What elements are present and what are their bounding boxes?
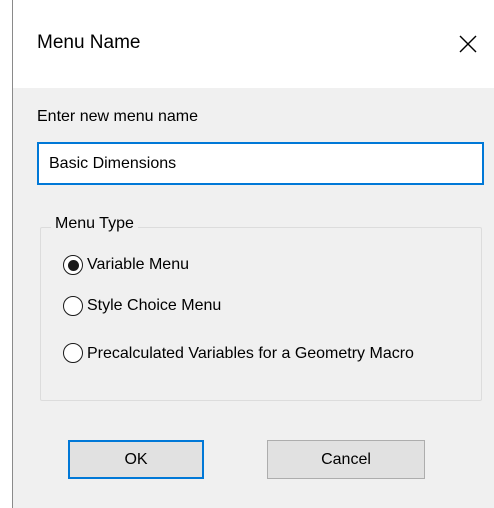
close-icon	[459, 35, 477, 53]
radio-dot	[67, 259, 79, 271]
dialog-body: Enter new menu name Menu Type Variable M…	[13, 88, 494, 508]
radio-style-choice-menu[interactable]: Style Choice Menu	[63, 296, 221, 316]
menu-name-input[interactable]	[37, 142, 484, 185]
close-button[interactable]	[450, 26, 486, 62]
dialog-title: Menu Name	[37, 32, 141, 53]
radio-precalculated-variables[interactable]: Precalculated Variables for a Geometry M…	[63, 343, 467, 363]
window-left-edge	[0, 0, 13, 508]
radio-label-precalculated-variables: Precalculated Variables for a Geometry M…	[87, 344, 414, 362]
menu-type-legend: Menu Type	[51, 215, 138, 233]
title-bar[interactable]: Menu Name	[13, 0, 494, 88]
radio-button-unchecked[interactable]	[63, 296, 83, 316]
radio-label-variable-menu: Variable Menu	[87, 256, 189, 273]
ok-button[interactable]: OK	[68, 440, 204, 479]
radio-variable-menu[interactable]: Variable Menu	[63, 255, 189, 275]
cancel-button[interactable]: Cancel	[267, 440, 425, 479]
radio-button-unchecked[interactable]	[63, 343, 83, 363]
radio-label-style-choice-menu: Style Choice Menu	[87, 297, 222, 314]
radio-button-checked[interactable]	[63, 255, 83, 275]
menu-name-prompt-label: Enter new menu name	[37, 108, 198, 125]
menu-name-dialog: Menu Name Enter new menu name Menu Type …	[0, 0, 494, 508]
